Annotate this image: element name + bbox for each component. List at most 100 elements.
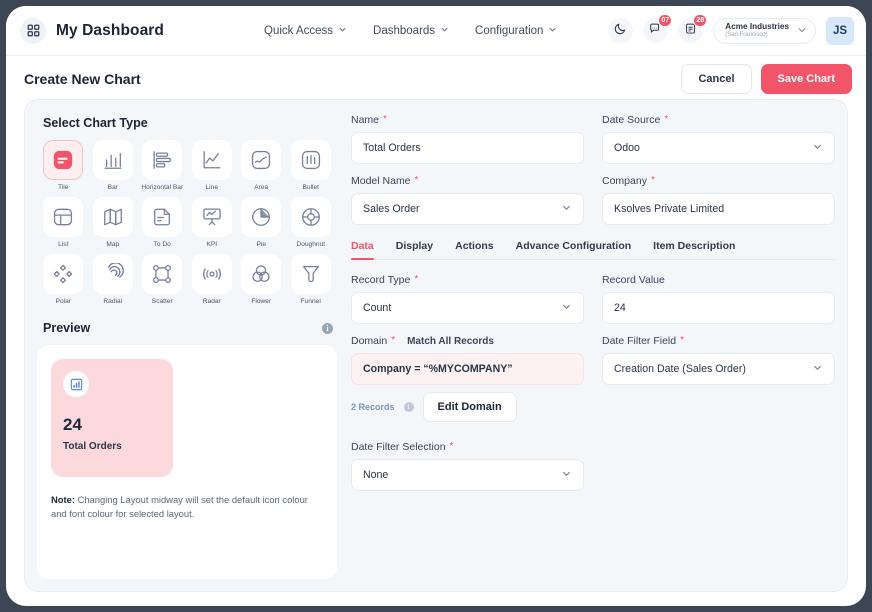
chart-type-bar[interactable]: Bar bbox=[91, 140, 136, 191]
chevron-down-icon bbox=[561, 202, 572, 216]
list-icon bbox=[43, 197, 83, 237]
tab-actions[interactable]: Actions bbox=[455, 240, 494, 259]
chart-type-tile[interactable]: Tile bbox=[41, 140, 86, 191]
chart-type-radar[interactable]: Radar bbox=[190, 254, 235, 305]
chart-type-area[interactable]: Area bbox=[239, 140, 284, 191]
date-filter-selection-value: None bbox=[363, 469, 388, 481]
chart-type-label: Line bbox=[206, 184, 218, 191]
chart-type-label: Area bbox=[254, 184, 268, 191]
avatar[interactable]: JS bbox=[826, 17, 854, 45]
preview-label: Total Orders bbox=[63, 441, 161, 452]
match-all-records-label: Match All Records bbox=[407, 336, 494, 347]
chart-type-label: To Do bbox=[154, 241, 171, 248]
chart-type-flower[interactable]: Flower bbox=[239, 254, 284, 305]
preview-note-text: Changing Layout midway will set the defa… bbox=[51, 494, 308, 519]
date-filter-selection-select[interactable]: None bbox=[351, 459, 584, 491]
chart-type-kpi[interactable]: KPI bbox=[190, 197, 235, 248]
chart-type-scatter[interactable]: Scatter bbox=[140, 254, 185, 305]
record-type-select[interactable]: Count bbox=[351, 292, 584, 324]
brand-title: My Dashboard bbox=[56, 22, 164, 40]
name-input[interactable]: Total Orders bbox=[351, 132, 584, 164]
tab-display[interactable]: Display bbox=[396, 240, 433, 259]
nav-label: Configuration bbox=[475, 25, 543, 37]
preview-value: 24 bbox=[63, 415, 161, 435]
chart-type-list[interactable]: List bbox=[41, 197, 86, 248]
chart-type-label: Radar bbox=[203, 298, 221, 305]
domain-expression[interactable]: Company = “%MYCOMPANY” bbox=[351, 353, 584, 385]
records-count-link[interactable]: 2 Records bbox=[351, 402, 395, 412]
date-filter-field-value: Creation Date (Sales Order) bbox=[614, 363, 746, 375]
chevron-down-icon bbox=[548, 25, 557, 37]
chart-type-map[interactable]: Map bbox=[91, 197, 136, 248]
brand[interactable]: My Dashboard bbox=[20, 18, 164, 44]
company-selector[interactable]: Acme Industries (San Francisco) bbox=[713, 18, 816, 44]
company-input[interactable]: Ksolves Private Limited bbox=[602, 193, 835, 225]
nav-item-quick-access[interactable]: Quick Access bbox=[264, 25, 347, 37]
record-value-input[interactable]: 24 bbox=[602, 292, 835, 324]
form-tabs: Data Display Actions Advance Configurati… bbox=[351, 240, 835, 260]
chevron-down-icon bbox=[440, 25, 449, 37]
left-column: Select Chart Type Tile bbox=[37, 112, 337, 579]
chart-type-label: Radial bbox=[103, 298, 122, 305]
chart-type-line[interactable]: Line bbox=[190, 140, 235, 191]
nav-label: Dashboards bbox=[373, 25, 435, 37]
company-name: Acme Industries bbox=[725, 22, 789, 32]
chevron-down-icon bbox=[338, 25, 347, 37]
label-text: Record Type bbox=[351, 274, 410, 286]
line-chart-icon bbox=[192, 140, 232, 180]
edit-domain-button[interactable]: Edit Domain bbox=[423, 392, 517, 422]
chevron-down-icon bbox=[561, 468, 572, 482]
chart-type-label: Horizontal Bar bbox=[141, 184, 183, 191]
tab-advance-configuration[interactable]: Advance Configuration bbox=[516, 240, 632, 259]
field-label: Model Name* bbox=[351, 175, 584, 187]
field-date-filter-selection: Date Filter Selection* None bbox=[351, 441, 584, 491]
chart-type-horizontal-bar[interactable]: Horizontal Bar bbox=[140, 140, 185, 191]
save-chart-button[interactable]: Save Chart bbox=[761, 64, 852, 94]
field-date-filter-field: Date Filter Field* Creation Date (Sales … bbox=[602, 335, 835, 422]
field-model-name: Model Name* Sales Order bbox=[351, 175, 584, 225]
label-text: Model Name bbox=[351, 175, 411, 187]
bullet-chart-icon bbox=[291, 140, 331, 180]
chart-type-radial[interactable]: Radial bbox=[91, 254, 136, 305]
tile-icon bbox=[43, 140, 83, 180]
chart-type-doughnut[interactable]: Doughnut bbox=[289, 197, 334, 248]
chart-type-label: Bar bbox=[108, 184, 118, 191]
field-label: Domain* Match All Records bbox=[351, 335, 584, 347]
company-location: (San Francisco) bbox=[725, 32, 789, 40]
info-icon[interactable]: i bbox=[404, 402, 414, 412]
nav-item-dashboards[interactable]: Dashboards bbox=[373, 25, 449, 37]
doughnut-chart-icon bbox=[291, 197, 331, 237]
form-row-5: Date Filter Selection* None bbox=[351, 441, 835, 502]
info-icon[interactable]: i bbox=[322, 323, 333, 334]
date-source-select[interactable]: Odoo bbox=[602, 132, 835, 164]
activities-button[interactable]: 28 bbox=[678, 18, 703, 43]
chart-type-funnel[interactable]: Funnel bbox=[289, 254, 334, 305]
chevron-down-icon bbox=[812, 362, 823, 376]
pie-chart-icon bbox=[241, 197, 281, 237]
header-actions: 07 28 Acme Industries (San Francisco) bbox=[608, 17, 854, 45]
theme-toggle-button[interactable] bbox=[608, 18, 633, 43]
chart-type-todo[interactable]: To Do bbox=[140, 197, 185, 248]
preview-card: 24 Total Orders Note: Changing Layout mi… bbox=[37, 345, 337, 579]
nav-item-configuration[interactable]: Configuration bbox=[475, 25, 557, 37]
field-record-type: Record Type* Count bbox=[351, 274, 584, 324]
cancel-button[interactable]: Cancel bbox=[681, 64, 751, 94]
chart-type-polar[interactable]: Polar bbox=[41, 254, 86, 305]
chart-type-bullet[interactable]: Bullet bbox=[289, 140, 334, 191]
field-date-source: Date Source* Odoo bbox=[602, 114, 835, 164]
chart-type-pie[interactable]: Pie bbox=[239, 197, 284, 248]
model-name-select[interactable]: Sales Order bbox=[351, 193, 584, 225]
chart-type-label: Scatter bbox=[152, 298, 173, 305]
messages-button[interactable]: 07 bbox=[643, 18, 668, 43]
required-marker: * bbox=[450, 442, 454, 452]
device-bezel: My Dashboard Quick Access Dashboards Con… bbox=[0, 0, 872, 612]
model-name-value: Sales Order bbox=[363, 203, 420, 215]
bar-chart-icon bbox=[93, 140, 133, 180]
tab-data[interactable]: Data bbox=[351, 240, 374, 259]
tab-item-description[interactable]: Item Description bbox=[653, 240, 735, 259]
funnel-chart-icon bbox=[291, 254, 331, 294]
required-marker: * bbox=[651, 176, 655, 186]
scatter-chart-icon bbox=[142, 254, 182, 294]
form-row-1: Name* Total Orders Date Source* Odoo bbox=[351, 114, 835, 175]
date-filter-field-select[interactable]: Creation Date (Sales Order) bbox=[602, 353, 835, 385]
